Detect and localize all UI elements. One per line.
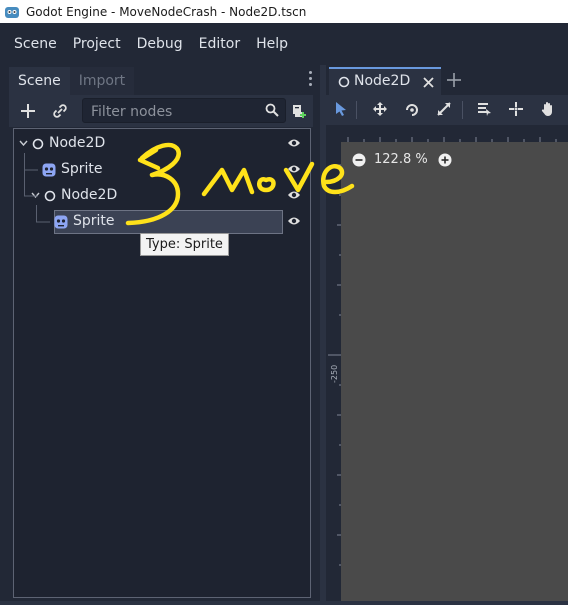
list-select-icon[interactable] — [476, 101, 492, 117]
canvas-toolbar — [326, 95, 568, 125]
menu-editor[interactable]: Editor — [199, 36, 240, 52]
zoom-in-icon[interactable] — [438, 153, 452, 167]
scene-toolbar — [9, 95, 313, 127]
horizontal-ruler — [326, 125, 568, 142]
search-icon — [265, 103, 279, 117]
canvas-viewport[interactable] — [341, 142, 568, 601]
tree-guide-lines — [24, 153, 50, 223]
menu-scene[interactable]: Scene — [14, 36, 57, 52]
eye-icon[interactable] — [287, 215, 301, 227]
ruler-ticks — [347, 137, 557, 142]
add-node-button[interactable] — [18, 101, 38, 121]
zoom-out-icon[interactable] — [352, 153, 366, 167]
pan-hand-icon[interactable] — [540, 101, 556, 117]
canvas-editor: Node2D -250 122.8 % — [326, 65, 568, 601]
ruler-label: -250 — [330, 364, 339, 383]
plus-icon — [21, 104, 35, 118]
tab-import[interactable]: Import — [69, 67, 135, 95]
move-icon[interactable] — [372, 101, 388, 117]
godot-logo-icon — [5, 6, 19, 18]
tab-scene[interactable]: Scene — [9, 67, 70, 95]
menu-project[interactable]: Project — [73, 36, 121, 52]
menu-help[interactable]: Help — [256, 36, 288, 52]
zoom-controls: 122.8 % — [352, 152, 452, 167]
menu-bar: Scene Project Debug Editor Help — [0, 23, 568, 65]
link-icon — [53, 104, 67, 118]
window-title-bar: Godot Engine - MoveNodeCrash - Node2D.ts… — [0, 0, 568, 23]
toolbar-separator — [462, 101, 463, 119]
dock-tabs: Scene Import — [9, 67, 135, 95]
select-arrow-icon[interactable] — [334, 101, 348, 117]
filter-nodes-field — [82, 98, 286, 123]
node2d-icon — [338, 76, 350, 88]
ruler-ticks — [328, 164, 341, 566]
new-scene-tab-plus-icon[interactable] — [447, 73, 461, 87]
scene-dock: Scene Import Filter nodes Node2D Sprite … — [0, 65, 320, 601]
filter-nodes-input[interactable] — [89, 101, 263, 122]
window-title: Godot Engine - MoveNodeCrash - Node2D.ts… — [26, 4, 307, 19]
scale-icon[interactable] — [436, 101, 452, 117]
tab-node2d-scene[interactable]: Node2D — [329, 67, 441, 95]
instance-scene-button[interactable] — [50, 101, 70, 121]
pivot-icon[interactable] — [508, 101, 524, 117]
attach-script-button[interactable] — [288, 101, 308, 121]
eye-icon[interactable] — [287, 163, 301, 175]
eye-icon[interactable] — [287, 137, 301, 149]
close-icon[interactable] — [423, 77, 434, 88]
menu-debug[interactable]: Debug — [137, 36, 183, 52]
vertical-ruler: -250 — [326, 125, 341, 601]
eye-icon[interactable] — [287, 189, 301, 201]
scene-tab-label: Node2D — [354, 73, 411, 89]
toolbar-separator — [356, 101, 357, 119]
dock-menu-icon[interactable] — [309, 71, 313, 89]
rotate-icon[interactable] — [404, 101, 420, 117]
scene-tabs: Node2D — [326, 65, 568, 95]
scene-tree: Node2D Sprite Node2D Sprite Type: Sprite — [13, 128, 311, 598]
zoom-level[interactable]: 122.8 % — [374, 152, 428, 167]
script-add-icon — [293, 105, 306, 118]
node-label: Sprite — [73, 213, 115, 229]
type-tooltip: Type: Sprite — [140, 233, 229, 256]
